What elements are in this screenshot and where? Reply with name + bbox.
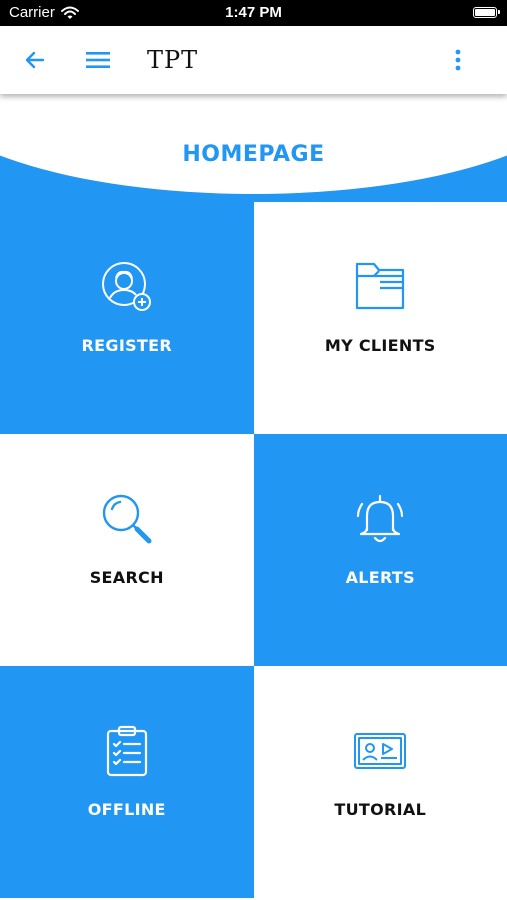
alerts-tile[interactable]: ALERTS <box>253 434 507 666</box>
search-label: SEARCH <box>89 568 164 587</box>
tutorial-tile[interactable]: TUTORIAL <box>253 666 507 898</box>
status-time: 1:47 PM <box>225 4 282 21</box>
video-tutorial-icon <box>354 733 407 769</box>
battery-icon <box>473 7 500 18</box>
offline-label: OFFLINE <box>87 800 166 819</box>
app-title: TPT <box>147 46 199 74</box>
more-vertical-icon <box>455 49 461 71</box>
magnifier-icon <box>102 494 152 544</box>
user-add-icon <box>101 262 151 311</box>
hero-banner: HOMEPAGE <box>0 94 507 202</box>
register-tile[interactable]: REGISTER <box>0 202 254 434</box>
app-bar: TPT <box>0 26 507 94</box>
status-bar: Carrier 1:47 PM <box>0 0 507 26</box>
register-label: REGISTER <box>81 336 172 355</box>
more-options-button[interactable] <box>442 44 474 76</box>
my-clients-label: MY CLIENTS <box>324 336 436 355</box>
my-clients-tile[interactable]: MY CLIENTS <box>253 202 507 434</box>
alerts-label: ALERTS <box>345 568 415 587</box>
menu-button[interactable] <box>82 44 114 76</box>
clipboard-checklist-icon <box>106 725 147 777</box>
bell-icon <box>357 494 404 543</box>
tutorial-label: TUTORIAL <box>334 800 427 819</box>
offline-tile[interactable]: OFFLINE <box>0 666 254 898</box>
search-tile[interactable]: SEARCH <box>0 434 254 666</box>
back-button[interactable] <box>19 44 51 76</box>
arrow-left-icon <box>25 51 45 69</box>
hamburger-icon <box>86 52 110 68</box>
folder-icon <box>356 262 405 310</box>
page-title: HOMEPAGE <box>182 142 325 167</box>
